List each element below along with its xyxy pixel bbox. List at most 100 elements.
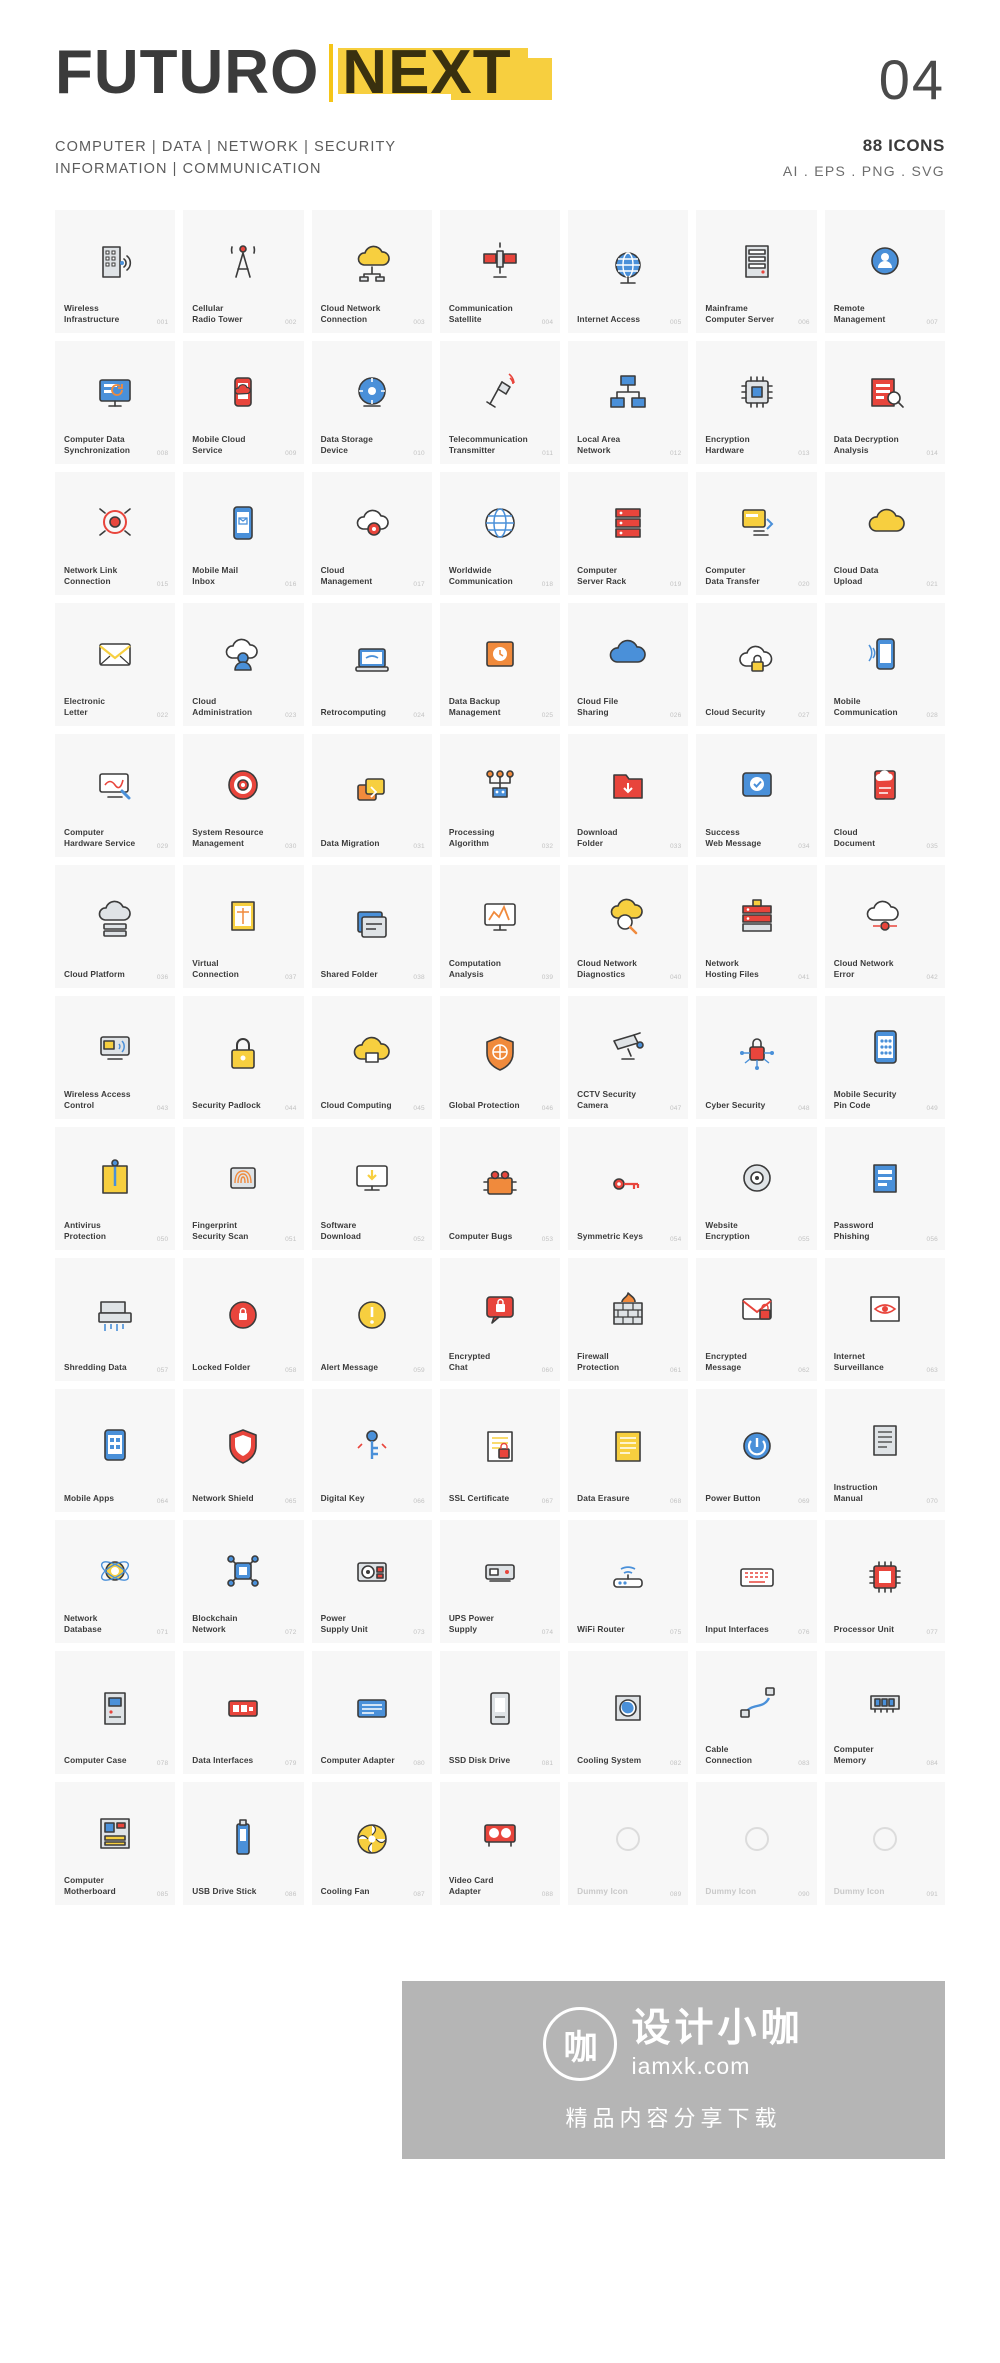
icon-cell[interactable]: Retrocomputing 024 — [311, 603, 432, 726]
icon-label: Mobile Apps — [64, 1492, 115, 1503]
icon-cell[interactable]: Computer Data Synchronization 008 — [55, 341, 176, 464]
hw-service-icon — [64, 744, 166, 827]
icon-cell[interactable]: Global Protection 046 — [439, 996, 561, 1119]
icon-cell[interactable]: Worldwide Communication 018 — [439, 472, 561, 595]
icon-cell[interactable]: System Resource Management 030 — [183, 734, 304, 857]
icon-cell[interactable]: Dummy Icon 091 — [824, 1782, 945, 1905]
icon-cell[interactable]: Communication Satellite 004 — [439, 210, 561, 333]
icon-cell[interactable]: Software Download 052 — [311, 1127, 432, 1250]
icon-cell[interactable]: Wireless Infrastructure 001 — [55, 210, 176, 333]
icon-cell[interactable]: UPS Power Supply 074 — [439, 1520, 561, 1643]
icon-cell[interactable]: Locked Folder 058 — [183, 1258, 304, 1381]
icon-cell[interactable]: Computer Adapter 080 — [311, 1651, 432, 1774]
icon-cell[interactable]: Computation Analysis 039 — [439, 865, 561, 988]
icon-cell[interactable]: Cloud Document 035 — [824, 734, 945, 857]
icon-cell[interactable]: Electronic Letter 022 — [55, 603, 176, 726]
icon-cell[interactable]: Dummy Icon 090 — [696, 1782, 817, 1905]
icon-cell[interactable]: Website Encryption 055 — [696, 1127, 817, 1250]
icon-cell[interactable]: WiFi Router 075 — [568, 1520, 689, 1643]
icon-cell[interactable]: Cooling Fan 087 — [311, 1782, 432, 1905]
diagnostics-icon — [577, 875, 679, 958]
icon-cell[interactable]: Data Migration 031 — [311, 734, 432, 857]
icon-cell[interactable]: Data Interfaces 079 — [183, 1651, 304, 1774]
icon-cell[interactable]: Mobile Mail Inbox 016 — [183, 472, 304, 595]
icon-cell[interactable]: Shredding Data 057 — [55, 1258, 176, 1381]
icon-number: 032 — [541, 843, 554, 850]
icon-cell[interactable]: Data Decryption Analysis 014 — [824, 341, 945, 464]
icon-cell[interactable]: Cable Connection 083 — [696, 1651, 817, 1774]
icon-set-page: FUTURO NEXT 04 COMPUTER | DATA | NETWORK… — [0, 0, 1000, 2363]
icon-cell[interactable]: Mobile Communication 028 — [824, 603, 945, 726]
icon-cell[interactable]: Computer Case 078 — [55, 1651, 176, 1774]
icon-cell[interactable]: Telecommunication Transmitter 011 — [439, 341, 561, 464]
icon-cell[interactable]: Cloud Administration 023 — [183, 603, 304, 726]
icon-cell[interactable]: Alert Message 059 — [311, 1258, 432, 1381]
icon-cell[interactable]: Password Phishing 056 — [824, 1127, 945, 1250]
icon-cell[interactable]: Virtual Connection 037 — [183, 865, 304, 988]
icon-cell[interactable]: Digital Key 066 — [311, 1389, 432, 1512]
icon-cell[interactable]: Firewall Protection 061 — [568, 1258, 689, 1381]
icon-cell[interactable]: Cooling System 082 — [568, 1651, 689, 1774]
chip-icon — [705, 351, 807, 434]
icon-cell[interactable]: Internet Access 005 — [568, 210, 689, 333]
icon-cell[interactable]: Instruction Manual 070 — [824, 1389, 945, 1512]
icon-cell[interactable]: Mobile Apps 064 — [55, 1389, 176, 1512]
icon-cell[interactable]: Data Erasure 068 — [568, 1389, 689, 1512]
icon-cell[interactable]: Data Storage Device 010 — [311, 341, 432, 464]
icon-cell[interactable]: Cloud Computing 045 — [311, 996, 432, 1119]
icon-cell[interactable]: Wireless Access Control 043 — [55, 996, 176, 1119]
icon-cell[interactable]: Cyber Security 048 — [696, 996, 817, 1119]
icon-cell[interactable]: Power Button 069 — [696, 1389, 817, 1512]
icon-cell[interactable]: Cloud Network Error 042 — [824, 865, 945, 988]
icon-cell[interactable]: Blockchain Network 072 — [183, 1520, 304, 1643]
icon-cell[interactable]: Encryption Hardware 013 — [696, 341, 817, 464]
icon-cell[interactable]: Mobile Cloud Service 009 — [183, 341, 304, 464]
icon-cell[interactable]: Processing Algorithm 032 — [439, 734, 561, 857]
icon-cell[interactable]: Download Folder 033 — [568, 734, 689, 857]
icon-cell[interactable]: Cloud Security 027 — [696, 603, 817, 726]
icon-cell[interactable]: Mobile Security Pin Code 049 — [824, 996, 945, 1119]
icon-cell[interactable]: Internet Surveillance 063 — [824, 1258, 945, 1381]
motherboard-icon — [64, 1792, 166, 1875]
icon-cell[interactable]: Cloud File Sharing 026 — [568, 603, 689, 726]
icon-cell[interactable]: Network Link Connection 015 — [55, 472, 176, 595]
icon-cell[interactable]: Power Supply Unit 073 — [311, 1520, 432, 1643]
icon-cell[interactable]: Computer Data Transfer 020 — [696, 472, 817, 595]
icon-cell[interactable]: Network Shield 065 — [183, 1389, 304, 1512]
icon-cell[interactable]: Cellular Radio Tower 002 — [183, 210, 304, 333]
icon-cell[interactable]: Network Hosting Files 041 — [696, 865, 817, 988]
icon-cell[interactable]: Local Area Network 012 — [568, 341, 689, 464]
icon-cell[interactable]: Input Interfaces 076 — [696, 1520, 817, 1643]
icon-cell[interactable]: Shared Folder 038 — [311, 865, 432, 988]
icon-cell[interactable]: Success Web Message 034 — [696, 734, 817, 857]
icon-cell[interactable]: Security Padlock 044 — [183, 996, 304, 1119]
icon-cell[interactable]: Computer Bugs 053 — [439, 1127, 561, 1250]
icon-cell[interactable]: Encrypted Message 062 — [696, 1258, 817, 1381]
icon-cell[interactable]: Cloud Data Upload 021 — [824, 472, 945, 595]
icon-cell[interactable]: Computer Memory 084 — [824, 1651, 945, 1774]
icon-cell[interactable]: Network Database 071 — [55, 1520, 176, 1643]
icon-cell[interactable]: Cloud Network Connection 003 — [311, 210, 432, 333]
icon-cell[interactable]: Dummy Icon 089 — [568, 1782, 689, 1905]
icon-cell[interactable]: Encrypted Chat 060 — [439, 1258, 561, 1381]
icon-cell[interactable]: Mainframe Computer Server 006 — [696, 210, 817, 333]
icon-cell[interactable]: Computer Server Rack 019 — [568, 472, 689, 595]
icon-cell[interactable]: Cloud Management 017 — [311, 472, 432, 595]
icon-cell[interactable]: Cloud Network Diagnostics 040 — [568, 865, 689, 988]
icon-cell[interactable]: Computer Hardware Service 029 — [55, 734, 176, 857]
cable-icon — [705, 1661, 807, 1744]
icon-cell[interactable]: Symmetric Keys 054 — [568, 1127, 689, 1250]
icon-cell[interactable]: Fingerprint Security Scan 051 — [183, 1127, 304, 1250]
icon-cell[interactable]: USB Drive Stick 086 — [183, 1782, 304, 1905]
icon-number: 024 — [413, 712, 425, 719]
icon-cell[interactable]: Antivirus Protection 050 — [55, 1127, 176, 1250]
icon-cell[interactable]: Data Backup Management 025 — [439, 603, 561, 726]
icon-cell[interactable]: Video Card Adapter 088 — [439, 1782, 561, 1905]
icon-cell[interactable]: SSD Disk Drive 081 — [439, 1651, 561, 1774]
icon-cell[interactable]: Cloud Platform 036 — [55, 865, 176, 988]
icon-cell[interactable]: Remote Management 007 — [824, 210, 945, 333]
icon-cell[interactable]: Computer Motherboard 085 — [55, 1782, 176, 1905]
icon-cell[interactable]: Processor Unit 077 — [824, 1520, 945, 1643]
icon-cell[interactable]: CCTV Security Camera 047 — [568, 996, 689, 1119]
icon-cell[interactable]: SSL Certificate 067 — [439, 1389, 561, 1512]
